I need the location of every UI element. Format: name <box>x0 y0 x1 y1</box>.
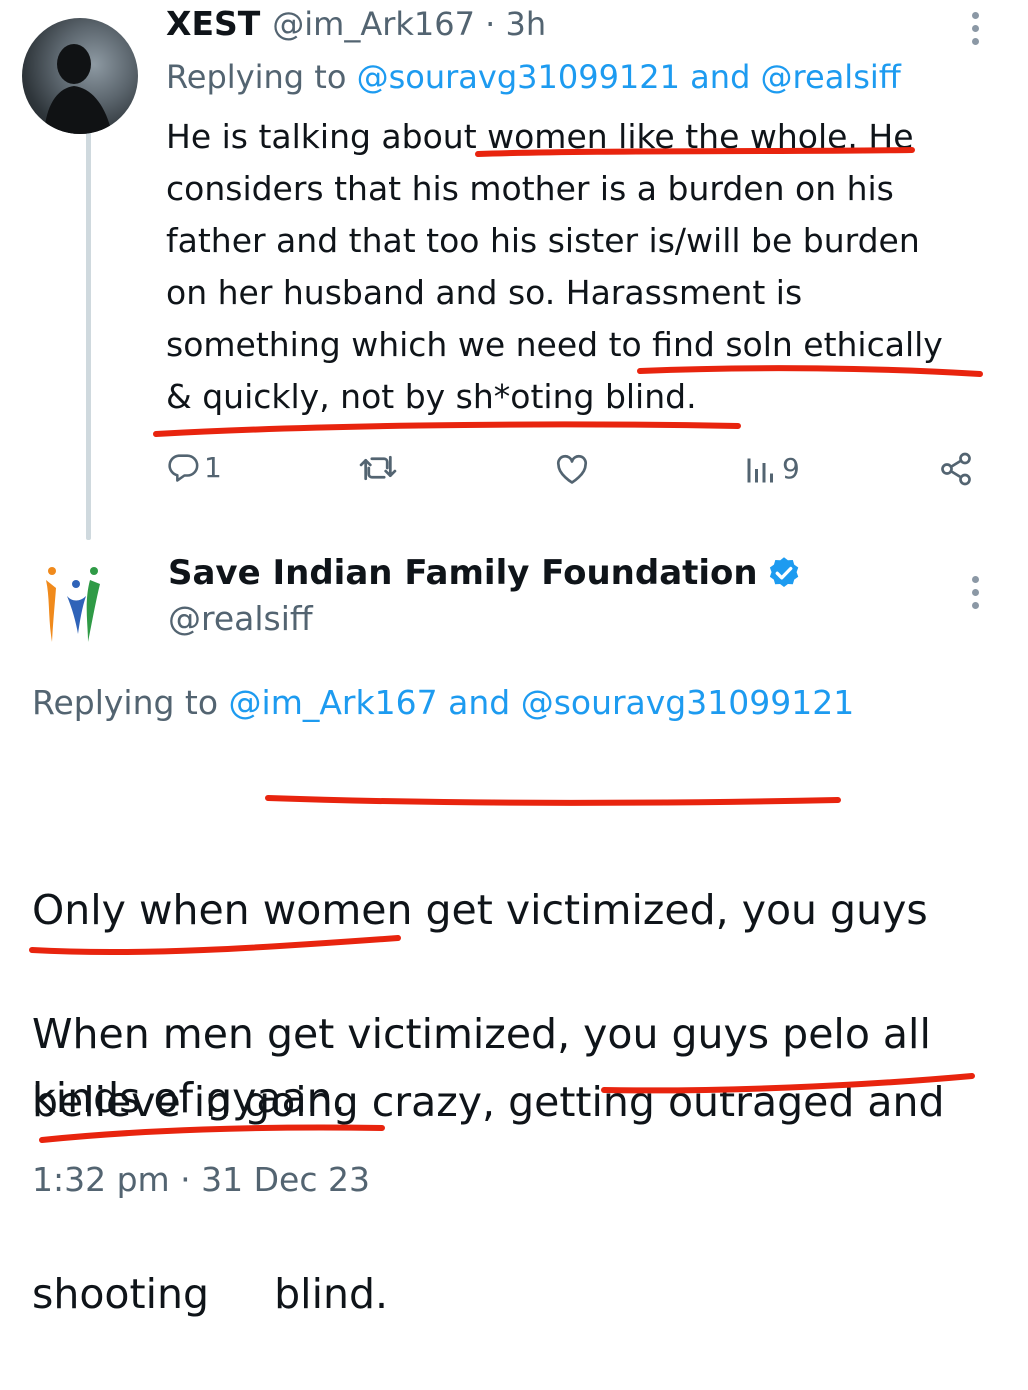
tweet-timestamp[interactable]: 1:32 pm · 31 Dec 23 <box>32 1160 370 1199</box>
avatar[interactable] <box>22 18 138 134</box>
retweet-icon <box>359 455 397 481</box>
tweet-line: When men get victimized, you guys pelo a… <box>32 1010 931 1058</box>
reply-count: 1 <box>204 450 222 484</box>
reply-button[interactable]: 1 <box>166 450 222 484</box>
tweet-body: When men get victimized, you guys pelo a… <box>32 1002 931 1130</box>
thread-connector-line <box>86 110 91 540</box>
mention-link[interactable]: @realsiff <box>761 58 901 96</box>
display-name[interactable]: XEST <box>166 4 260 43</box>
tweet-line: & quickly, not by sh*oting blind. <box>166 377 697 416</box>
share-icon <box>941 452 971 486</box>
red-underline <box>153 421 741 437</box>
replying-and: and <box>680 58 761 96</box>
tweet-header: XEST @im_Ark167 · 3h <box>166 4 546 43</box>
tweet-line: He is talking about women like the whole… <box>166 117 914 156</box>
avatar-silhouette-icon <box>44 44 112 134</box>
replying-to-label: Replying to <box>166 58 357 96</box>
retweet-button[interactable] <box>358 452 398 484</box>
mention-link[interactable]: @souravg31099121 <box>357 58 680 96</box>
reply-icon <box>168 454 199 482</box>
user-handle[interactable]: @realsiff <box>168 599 313 638</box>
views-count: 9 <box>782 452 800 485</box>
share-button[interactable] <box>938 450 974 488</box>
more-options-icon[interactable] <box>970 576 980 609</box>
foundation-logo[interactable] <box>32 558 122 652</box>
handle-and-time[interactable]: @im_Ark167 · 3h <box>272 5 546 43</box>
views-button[interactable]: 9 <box>746 452 800 485</box>
replying-to-label: Replying to <box>32 683 229 722</box>
verified-badge-icon <box>769 557 798 587</box>
tweet-line: father and that too his sister is/will b… <box>166 221 920 260</box>
more-options-icon[interactable] <box>970 12 980 45</box>
heart-icon <box>556 454 588 484</box>
replying-and: and <box>437 683 521 722</box>
tweet-body: He is talking about women like the whole… <box>166 111 943 423</box>
tweet-line: considers that his mother is a burden on… <box>166 169 894 208</box>
like-button[interactable] <box>554 452 590 486</box>
tweet-line: on her husband and so. Harassment is <box>166 273 803 312</box>
display-name[interactable]: Save Indian Family Foundation <box>168 553 758 593</box>
tweet-line: something which we need to find soln eth… <box>166 325 943 364</box>
mention-link[interactable]: @im_Ark167 <box>229 683 438 722</box>
tweet-line: Only when women get victimized, you guys <box>32 886 928 934</box>
tweet-header: Save Indian Family Foundation <box>168 553 802 593</box>
tweet-line: kinds of gyaan. <box>32 1074 346 1122</box>
views-bar-chart-icon <box>747 458 773 482</box>
mention-link[interactable]: @souravg31099121 <box>521 683 855 722</box>
replying-to: Replying to @im_Ark167 and @souravg31099… <box>32 683 854 722</box>
tweet-line: shooting blind. <box>32 1270 389 1318</box>
family-logo-icon <box>46 567 100 642</box>
replying-to: Replying to @souravg31099121 and @realsi… <box>166 58 901 96</box>
